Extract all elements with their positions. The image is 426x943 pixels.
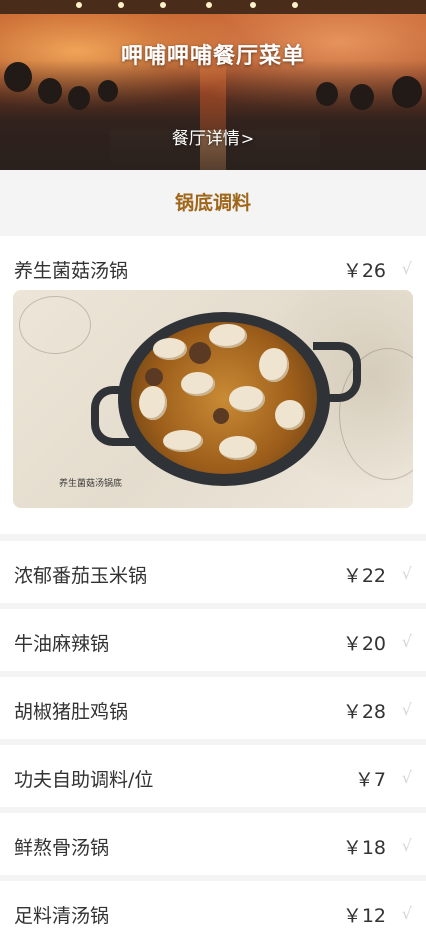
menu-item-price: ￥7 bbox=[354, 769, 386, 791]
check-icon[interactable]: √ bbox=[402, 904, 412, 923]
menu-item-name: 足料清汤锅 bbox=[14, 905, 110, 927]
check-icon[interactable]: √ bbox=[402, 259, 412, 278]
restaurant-hero-image: 呷哺呷哺餐厅菜单 餐厅详情> bbox=[0, 0, 426, 170]
lamp-icon bbox=[206, 2, 212, 8]
check-icon[interactable]: √ bbox=[402, 564, 412, 583]
restaurant-details-link[interactable]: 餐厅详情> bbox=[0, 124, 426, 149]
menu-item[interactable]: 浓郁番茄玉米锅 ￥22 √ bbox=[0, 541, 426, 603]
menu-item[interactable]: 牛油麻辣锅 ￥20 √ bbox=[0, 609, 426, 671]
mushroom bbox=[229, 386, 265, 412]
shiitake-mushroom bbox=[213, 408, 229, 424]
menu-item-name: 养生菌菇汤锅 bbox=[14, 260, 129, 282]
check-icon[interactable]: √ bbox=[402, 836, 412, 855]
menu-item-name: 胡椒猪肚鸡锅 bbox=[14, 701, 129, 723]
check-icon[interactable]: √ bbox=[402, 700, 412, 719]
menu-item[interactable]: 足料清汤锅 ￥12 √ bbox=[0, 881, 426, 943]
diner-head bbox=[316, 82, 338, 106]
menu-item[interactable]: 功夫自助调料/位 ￥7 √ bbox=[0, 745, 426, 807]
lamp-icon bbox=[292, 2, 298, 8]
menu-item-name: 浓郁番茄玉米锅 bbox=[14, 565, 148, 587]
restaurant-details-label: 餐厅详情 bbox=[171, 129, 240, 149]
ceiling-decoration bbox=[0, 0, 426, 14]
mushroom bbox=[219, 436, 257, 460]
restaurant-title: 呷哺呷哺餐厅菜单 bbox=[120, 44, 305, 69]
menu-item-price: ￥18 bbox=[342, 837, 386, 859]
menu-item[interactable]: 胡椒猪肚鸡锅 ￥28 √ bbox=[0, 677, 426, 739]
diner-head bbox=[350, 84, 374, 110]
diner-head bbox=[68, 86, 90, 110]
mushroom bbox=[153, 338, 187, 360]
dish-photo-caption: 养生菌菇汤锅底 bbox=[59, 479, 123, 489]
menu-item[interactable]: 鲜熬骨汤锅 ￥18 √ bbox=[0, 813, 426, 875]
menu-item-price: ￥22 bbox=[342, 565, 386, 587]
shiitake-mushroom bbox=[145, 368, 163, 386]
category-title: 锅底调料 bbox=[0, 170, 426, 236]
dish-photo[interactable]: 养生菌菇汤锅底 bbox=[13, 290, 413, 508]
menu-item-name: 鲜熬骨汤锅 bbox=[14, 837, 110, 859]
menu-item-name: 功夫自助调料/位 bbox=[14, 769, 154, 791]
menu-item-price: ￥26 bbox=[342, 260, 386, 282]
lamp-icon bbox=[160, 2, 166, 8]
menu-page: 呷哺呷哺餐厅菜单 餐厅详情> 锅底调料 养生菌菇汤锅 ￥26 √ 养生菌菇汤锅底 bbox=[0, 0, 426, 943]
lamp-icon bbox=[118, 2, 124, 8]
mushroom bbox=[139, 386, 167, 420]
menu-item-name: 牛油麻辣锅 bbox=[14, 633, 110, 655]
mushroom bbox=[259, 348, 289, 382]
chevron-right-icon: > bbox=[240, 129, 255, 148]
diner-head bbox=[98, 80, 118, 102]
lamp-icon bbox=[76, 2, 82, 8]
menu-item-price: ￥12 bbox=[342, 905, 386, 927]
menu-item-price: ￥20 bbox=[342, 633, 386, 655]
diner-head bbox=[38, 78, 62, 104]
diner-head bbox=[392, 76, 422, 108]
menu-item-price: ￥28 bbox=[342, 701, 386, 723]
check-icon[interactable]: √ bbox=[402, 768, 412, 787]
diners-right bbox=[226, 60, 426, 170]
mushroom bbox=[163, 430, 203, 452]
mushroom bbox=[181, 372, 215, 396]
mushroom bbox=[209, 324, 247, 348]
shiitake-mushroom bbox=[189, 342, 211, 364]
lamp-icon bbox=[250, 2, 256, 8]
mushroom bbox=[275, 400, 305, 430]
sketch-decoration bbox=[19, 296, 91, 354]
check-icon[interactable]: √ bbox=[402, 632, 412, 651]
